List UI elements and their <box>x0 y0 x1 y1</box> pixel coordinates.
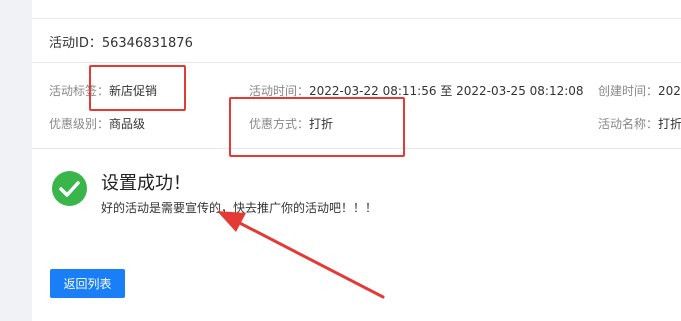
activity-name-value: 打折 <box>658 117 681 131</box>
check-mark-icon <box>59 181 80 197</box>
annotation-box-method <box>229 97 405 157</box>
activity-name: 活动名称：打折 <box>598 113 681 132</box>
activity-id-label: 活动ID： <box>49 36 102 51</box>
annotation-box-tag <box>89 65 186 111</box>
discount-level-label: 优惠级别： <box>49 117 110 131</box>
divider <box>32 18 681 19</box>
back-to-list-button[interactable]: 返回列表 <box>50 269 125 298</box>
divider <box>32 62 681 63</box>
activity-detail-panel: 活动ID：56346831876 活动标签：新店促销 活动时间：2022-03-… <box>32 0 681 321</box>
success-message: 好的活动是需要宣传的，快去推广你的活动吧！！！ <box>101 201 378 215</box>
activity-name-label: 活动名称： <box>598 117 659 131</box>
discount-level-value: 商品级 <box>109 117 146 131</box>
activity-time-value: 2022-03-22 08:11:56 至 2022-03-25 08:12:0… <box>309 84 584 98</box>
success-title: 设置成功！ <box>101 173 191 194</box>
activity-id: 活动ID：56346831876 <box>49 32 193 51</box>
created-time-label: 创建时间： <box>598 84 659 98</box>
discount-level: 优惠级别：商品级 <box>49 113 145 132</box>
activity-id-value: 56346831876 <box>101 36 193 51</box>
activity-time-label: 活动时间： <box>249 84 310 98</box>
created-time-value: 2022 <box>658 84 681 98</box>
check-circle-icon <box>52 171 87 206</box>
created-time: 创建时间：2022 <box>598 80 681 99</box>
